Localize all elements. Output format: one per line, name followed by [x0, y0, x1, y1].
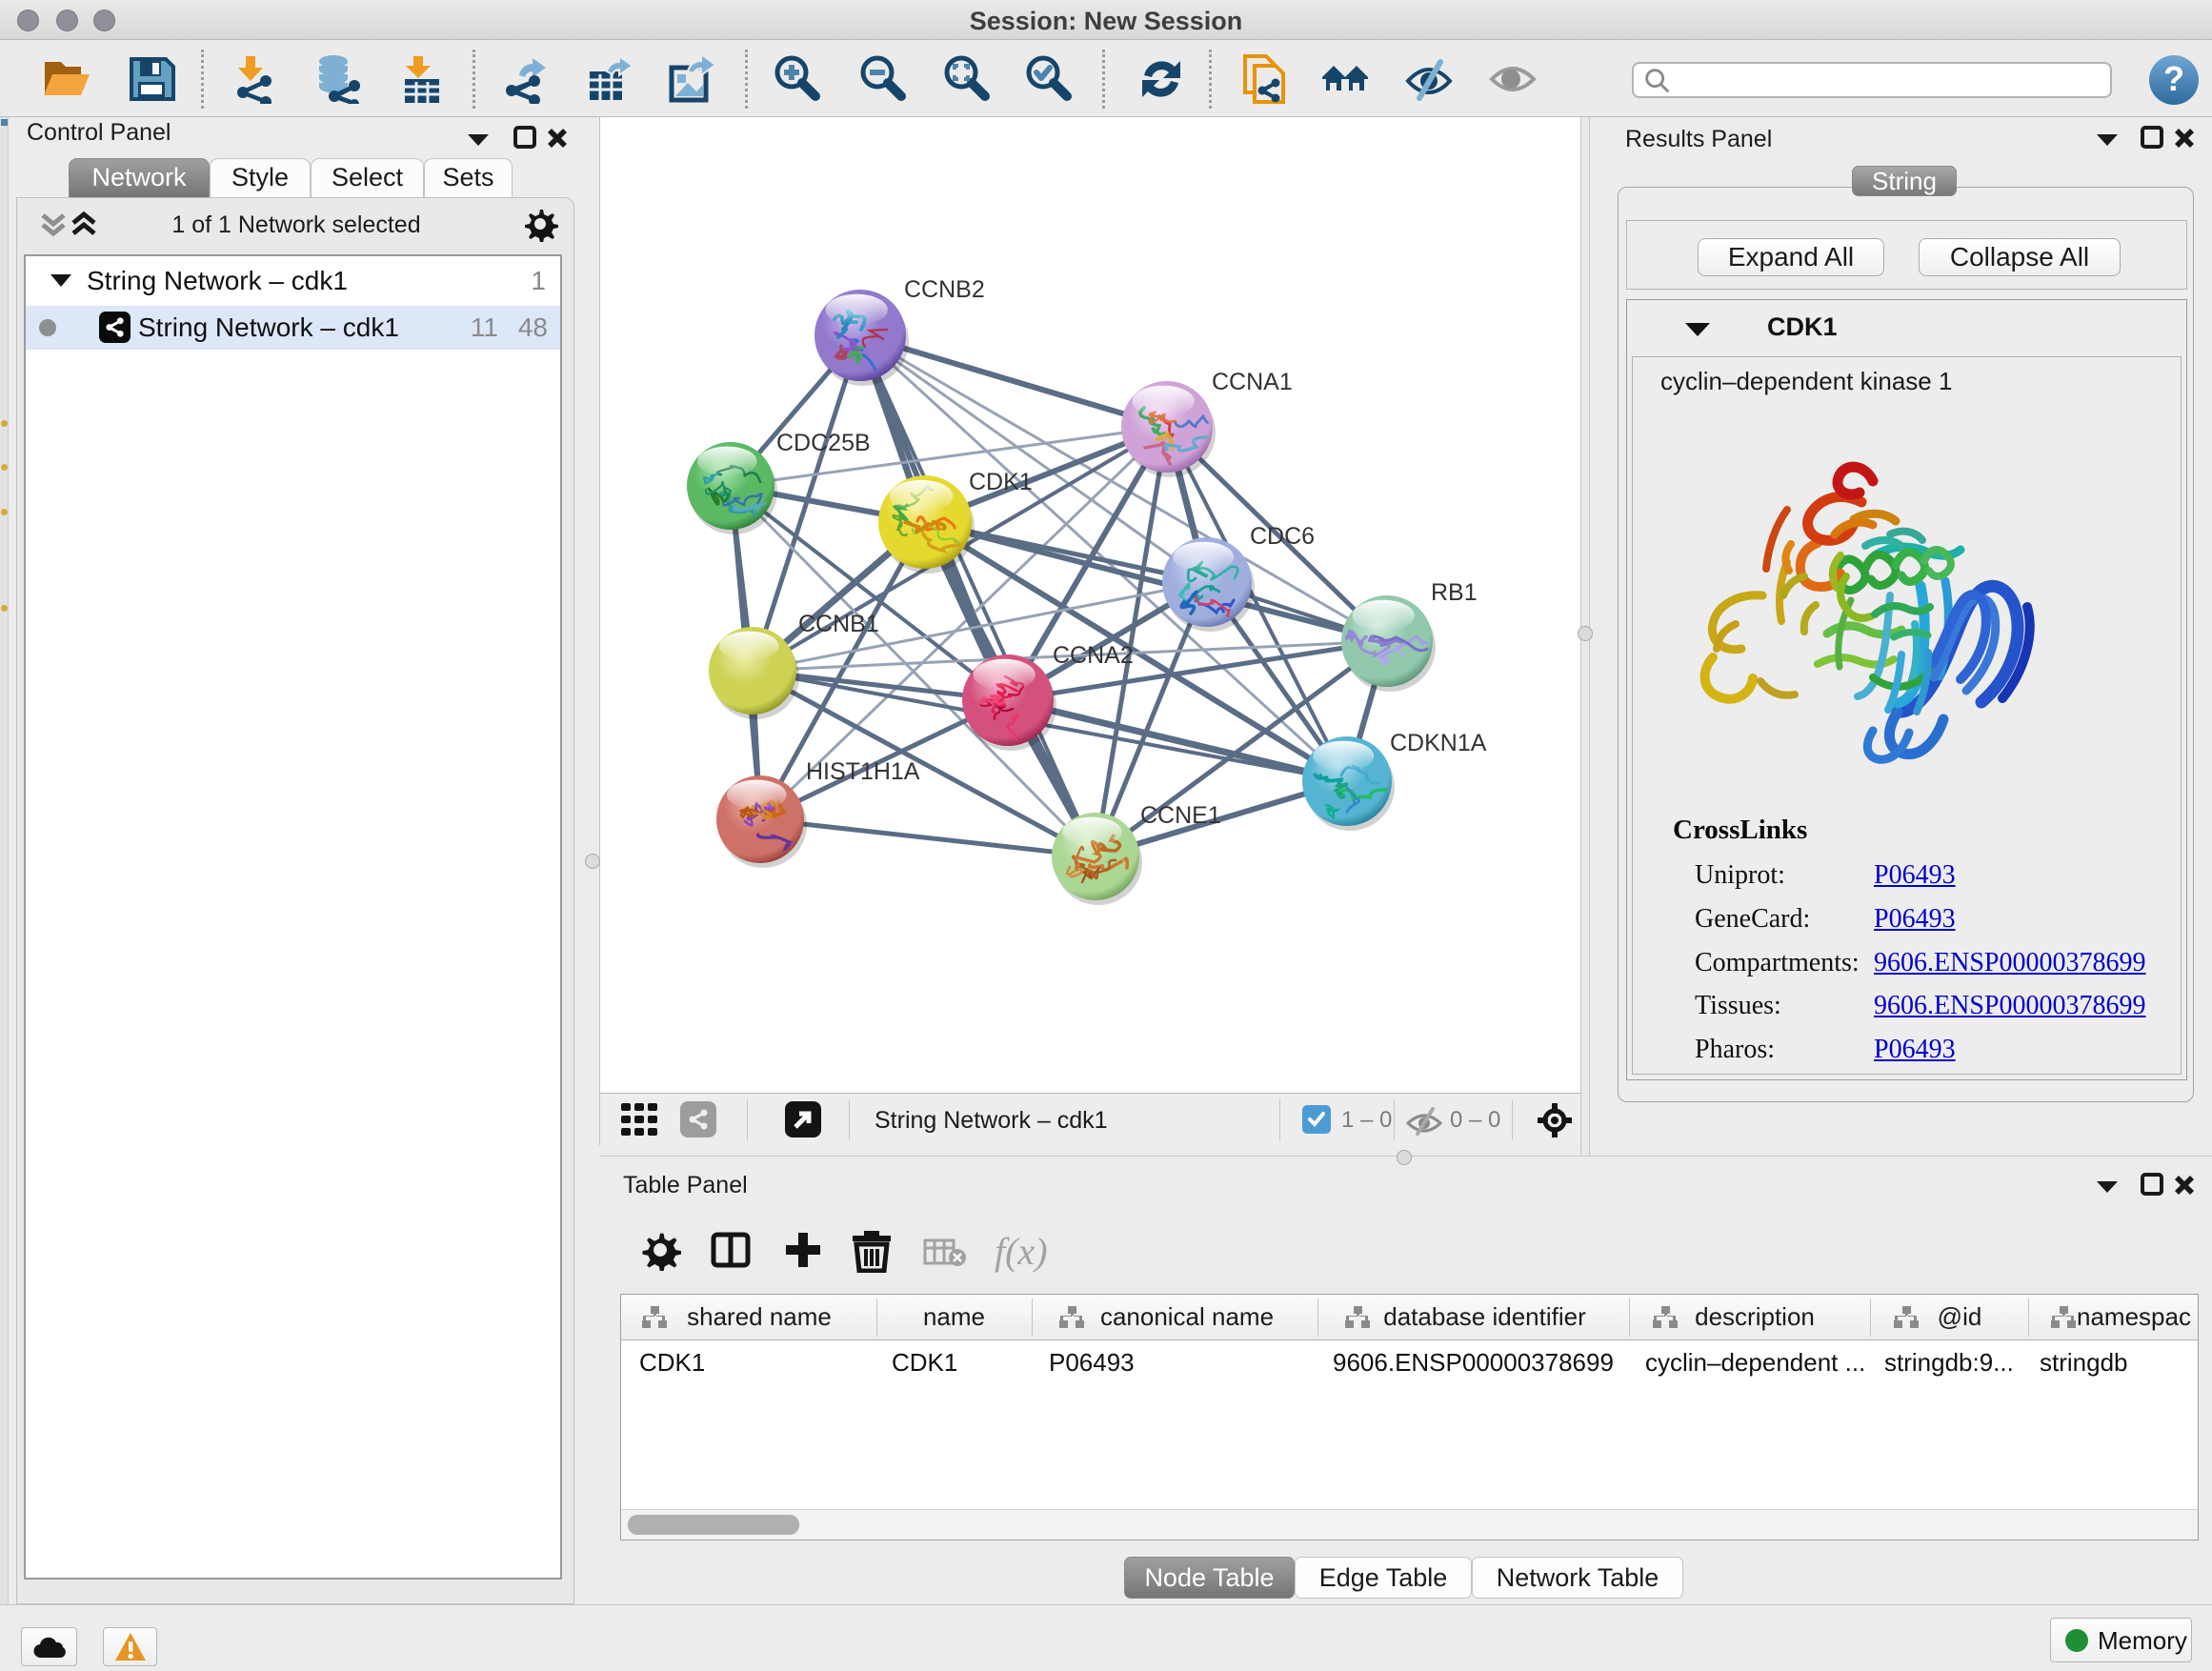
svg-text:CCNB2: CCNB2: [904, 276, 985, 303]
svg-text:CDKN1A: CDKN1A: [1390, 730, 1487, 756]
svg-text:CDK1: CDK1: [969, 469, 1033, 495]
svg-text:CCNA1: CCNA1: [1212, 369, 1293, 395]
svg-text:RB1: RB1: [1431, 579, 1478, 606]
svg-text:CCNB1: CCNB1: [798, 611, 879, 637]
svg-text:CCNA2: CCNA2: [1053, 642, 1134, 669]
svg-text:CDC25B: CDC25B: [776, 430, 871, 456]
svg-text:CDC6: CDC6: [1250, 523, 1315, 550]
svg-text:HIST1H1A: HIST1H1A: [806, 758, 920, 785]
svg-text:CCNE1: CCNE1: [1140, 802, 1221, 829]
